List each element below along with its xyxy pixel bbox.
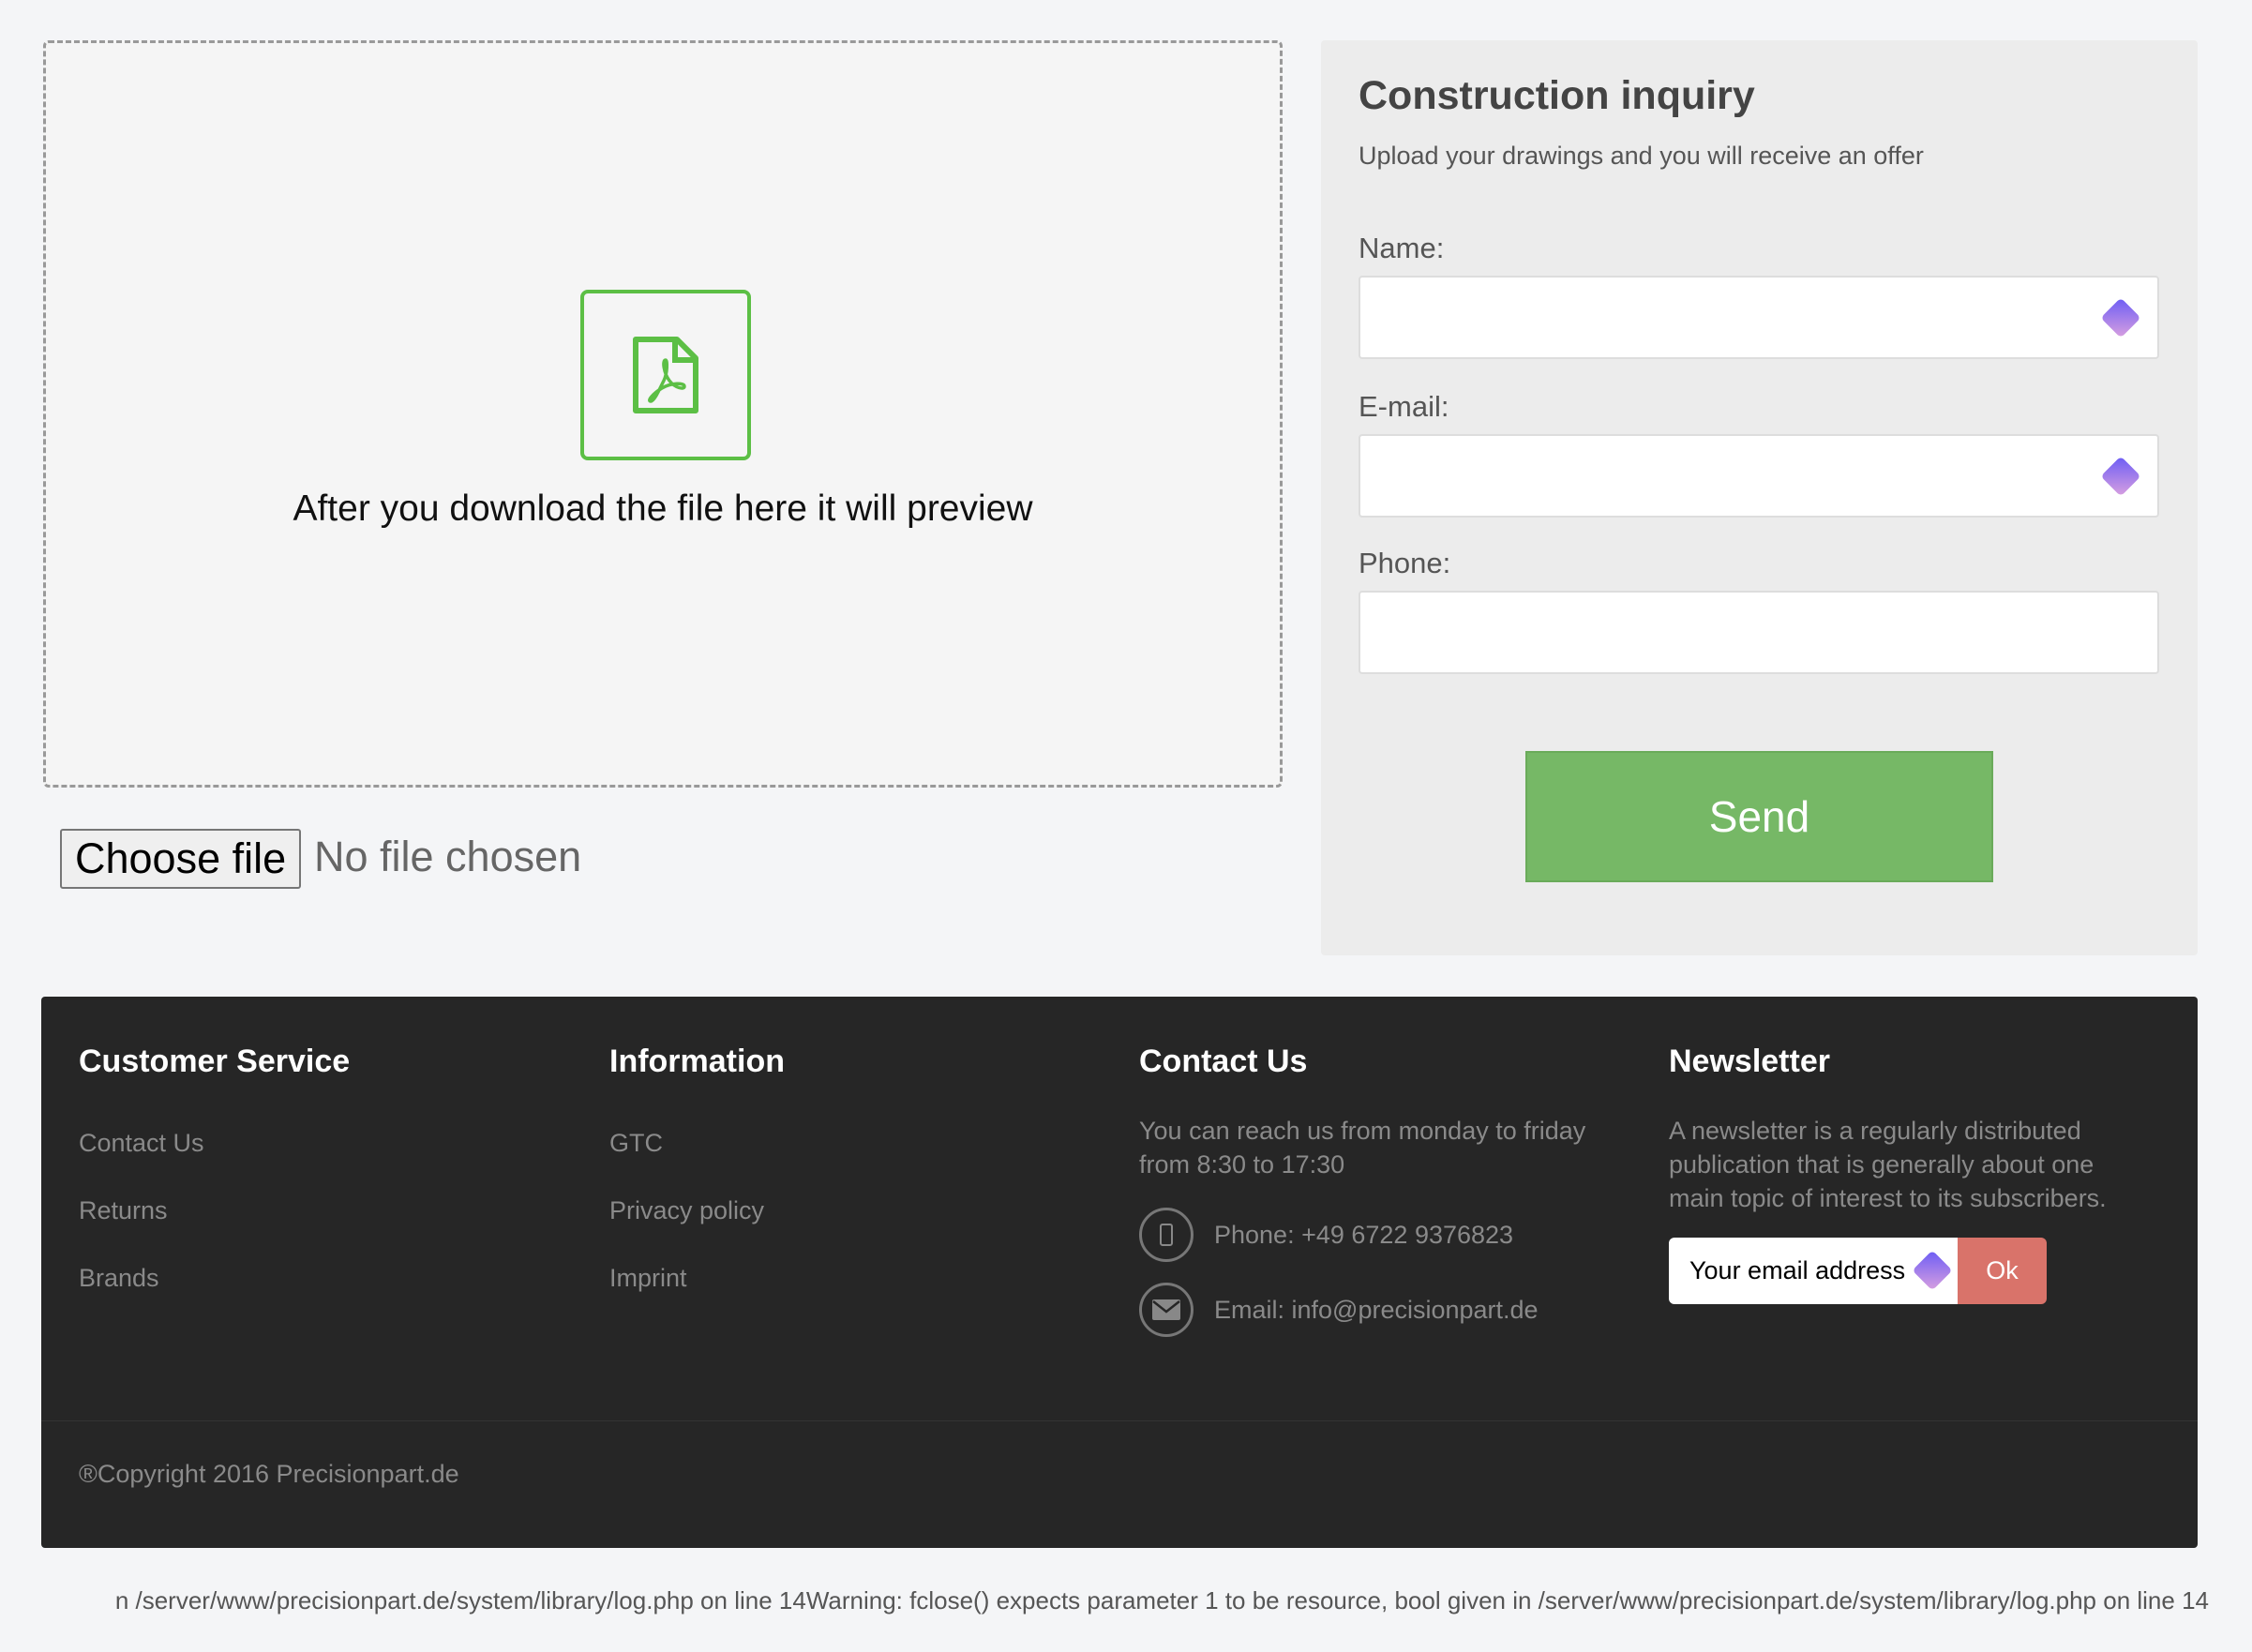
email-label: E-mail: [1359, 390, 1449, 423]
newsletter-ok-button[interactable]: Ok [1958, 1238, 2047, 1304]
column-heading: Contact Us [1139, 1044, 1308, 1079]
no-file-label: No file chosen [314, 833, 582, 880]
name-input[interactable] [1359, 276, 2159, 359]
send-button[interactable]: Send [1525, 751, 1993, 882]
contact-email[interactable]: Email: info@precisionpart.de [1214, 1293, 1539, 1327]
phone-input[interactable] [1359, 591, 2159, 674]
contact-phone: Phone: +49 6722 9376823 [1214, 1221, 1514, 1249]
email-input[interactable] [1359, 434, 2159, 518]
contact-column: Contact Us You can reach us from monday … [1139, 1044, 1645, 1337]
name-label: Name: [1359, 232, 1445, 264]
pdf-file-icon [580, 290, 751, 460]
footer-link-contact-us[interactable]: Contact Us [79, 1129, 585, 1158]
newsletter-email-input[interactable]: Your email address [1669, 1238, 1958, 1304]
autofill-extension-icon[interactable] [2100, 297, 2141, 338]
email-icon [1139, 1283, 1194, 1337]
footer-link-brands[interactable]: Brands [79, 1264, 585, 1293]
footer-divider [41, 1420, 2198, 1421]
form-title: Construction inquiry [1359, 73, 1755, 118]
preview-text: After you download the file here it will… [293, 488, 1033, 529]
choose-file-button[interactable]: Choose file [60, 829, 302, 889]
footer-link-returns[interactable]: Returns [79, 1196, 585, 1225]
autofill-extension-icon[interactable] [1912, 1250, 1953, 1291]
footer-link-imprint[interactable]: Imprint [609, 1264, 1116, 1293]
column-heading: Newsletter [1669, 1044, 1830, 1079]
column-heading: Information [609, 1044, 785, 1079]
form-subtitle: Upload your drawings and you will receiv… [1359, 142, 1924, 170]
column-heading: Customer Service [79, 1044, 351, 1079]
phone-label: Phone: [1359, 547, 1451, 579]
newsletter-placeholder: Your email address [1689, 1256, 1906, 1284]
newsletter-text: A newsletter is a regularly distributed … [1669, 1117, 2107, 1212]
footer: Customer Service Contact Us Returns Bran… [41, 997, 2198, 1548]
phone-icon [1139, 1208, 1194, 1262]
autofill-extension-icon[interactable] [2100, 456, 2141, 497]
inquiry-form: Construction inquiry Upload your drawing… [1321, 40, 2198, 955]
footer-link-privacy[interactable]: Privacy policy [609, 1196, 1116, 1225]
newsletter-column: Newsletter A newsletter is a regularly d… [1669, 1044, 2175, 1304]
customer-service-column: Customer Service Contact Us Returns Bran… [79, 1044, 585, 1331]
contact-hours: You can reach us from monday to friday f… [1139, 1117, 1586, 1179]
file-dropzone[interactable]: After you download the file here it will… [43, 40, 1283, 788]
footer-link-gtc[interactable]: GTC [609, 1129, 1116, 1158]
php-warning-text: n /server/www/precisionpart.de/system/li… [114, 1586, 2209, 1614]
copyright: ®Copyright 2016 Precisionpart.de [79, 1460, 459, 1488]
information-column: Information GTC Privacy policy Imprint [609, 1044, 1116, 1331]
